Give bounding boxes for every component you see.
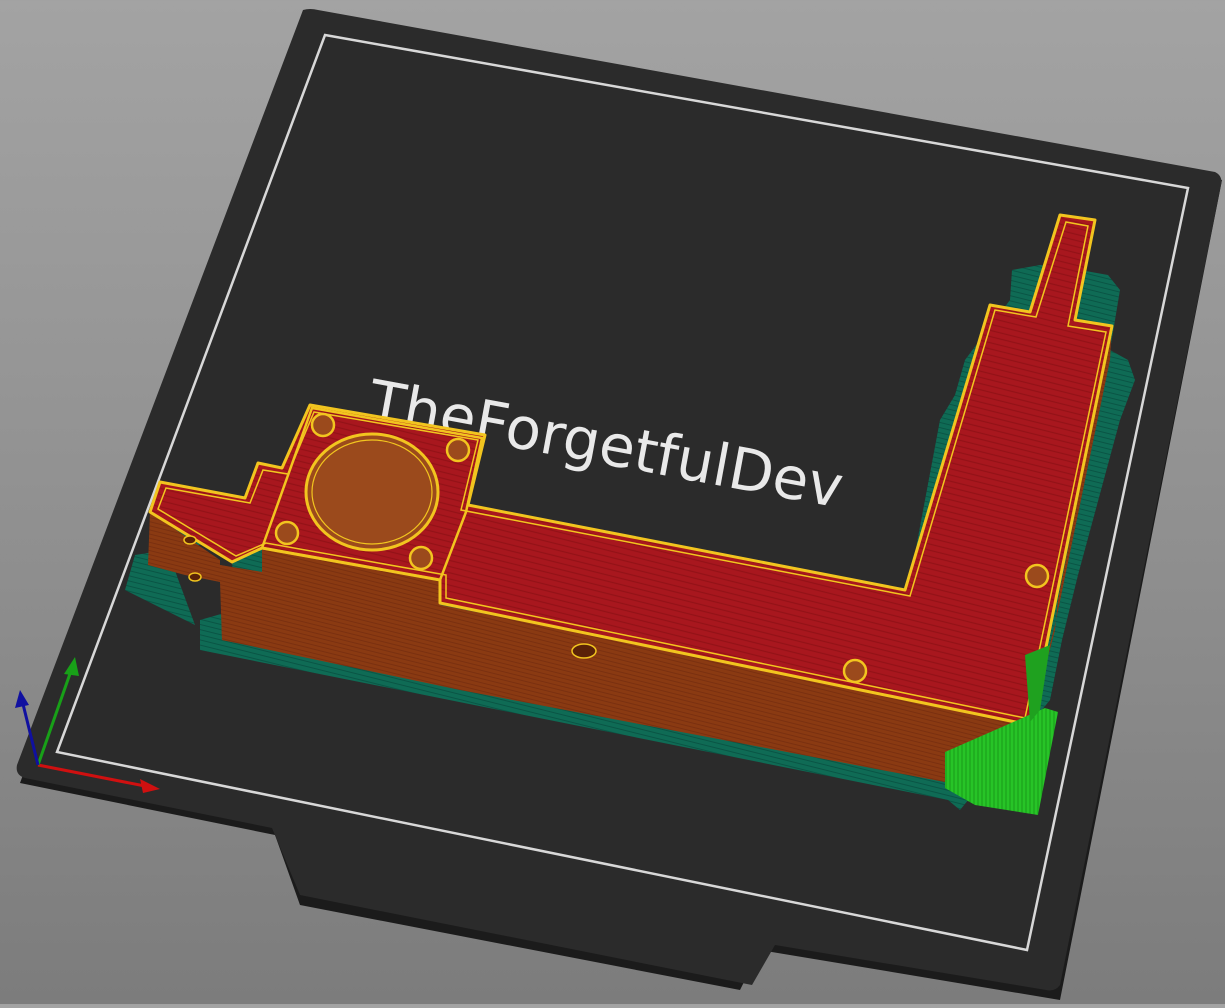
3d-preview-viewport[interactable]: TheForgetfulDev (0, 0, 1225, 1004)
side-hole (571, 643, 597, 659)
preview-canvas[interactable]: TheForgetfulDev (0, 0, 1225, 1004)
screw-hole (842, 658, 868, 684)
screw-hole (310, 412, 336, 438)
screw-hole (445, 437, 471, 463)
screw-hole (408, 545, 434, 571)
side-hole (183, 535, 197, 545)
screw-hole (1024, 563, 1050, 589)
side-hole (188, 572, 202, 582)
screw-hole (274, 520, 300, 546)
mount-bore-hole (304, 432, 440, 552)
